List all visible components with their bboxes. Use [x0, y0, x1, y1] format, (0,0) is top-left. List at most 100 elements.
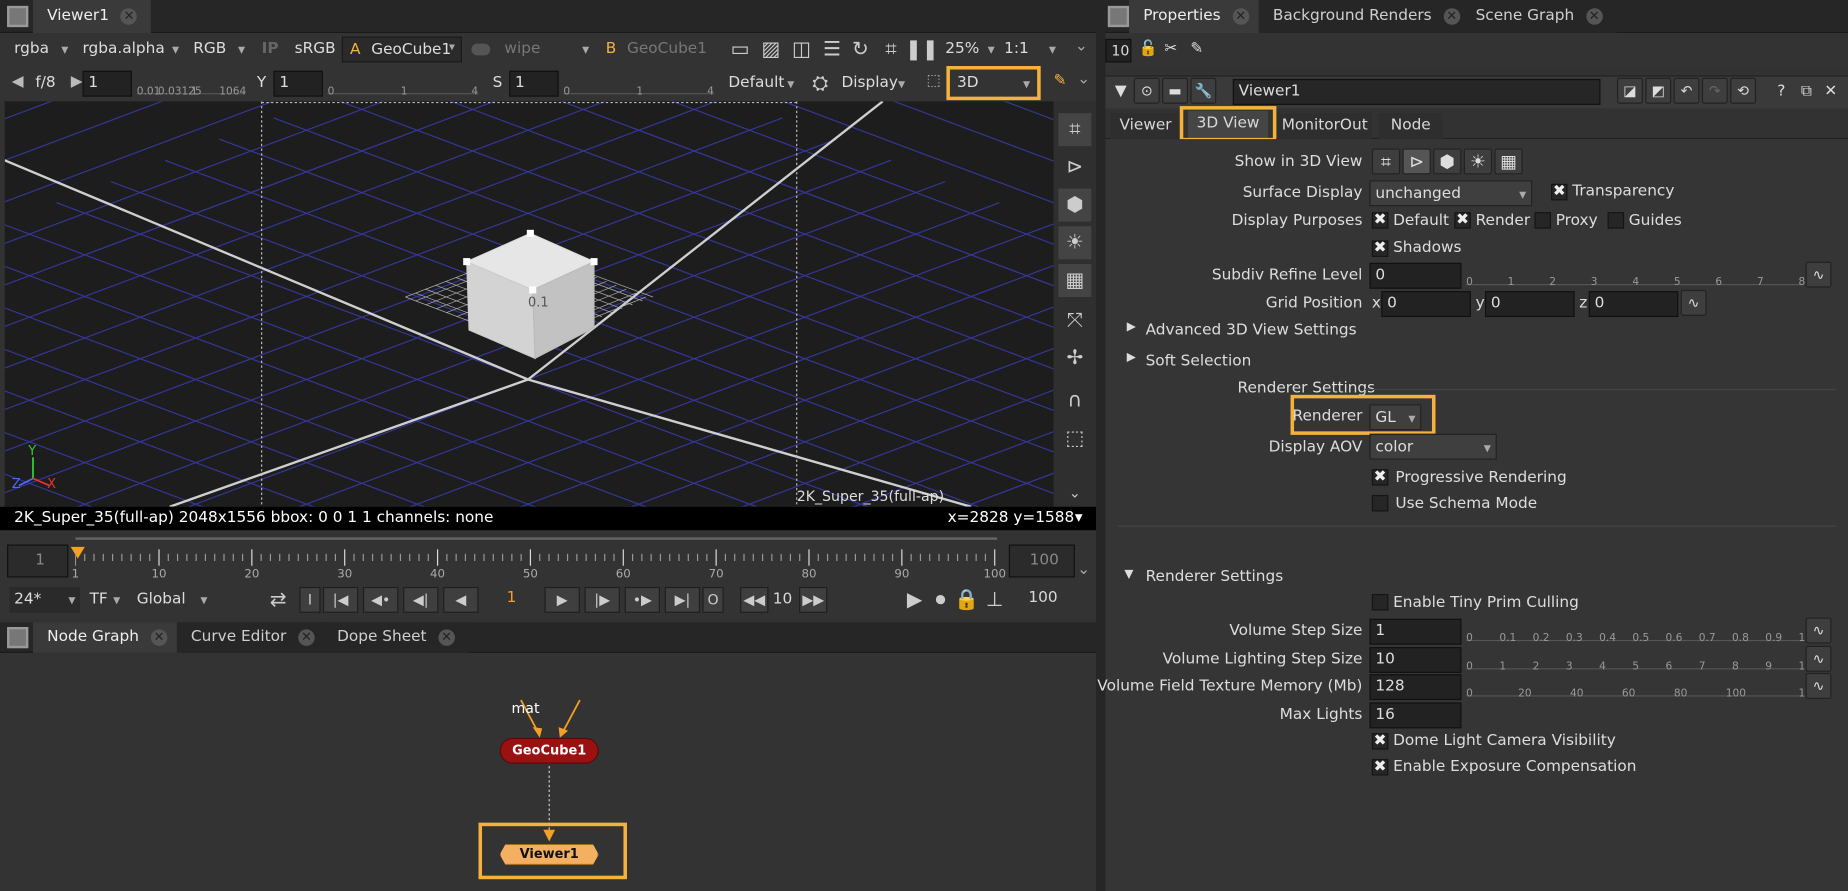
- advanced-3d-settings-label[interactable]: Advanced 3D View Settings: [1146, 322, 1357, 340]
- float-icon[interactable]: ⧉: [1801, 82, 1812, 100]
- range-icon[interactable]: ⊥: [978, 583, 1011, 616]
- play-backward-button[interactable]: ◀: [443, 586, 479, 613]
- render-icon[interactable]: ✎: [1054, 72, 1067, 90]
- checker-icon[interactable]: ▦: [1058, 263, 1092, 297]
- marquee-icon[interactable]: ⬚: [1058, 422, 1091, 455]
- close-icon[interactable]: ✕: [150, 628, 168, 646]
- close-panel-icon[interactable]: ✕: [1824, 82, 1837, 100]
- max-lights-field[interactable]: 16: [1369, 702, 1462, 729]
- renderer-settings-collapse-icon[interactable]: ▼: [1124, 568, 1133, 581]
- gain-field[interactable]: 1: [82, 70, 132, 97]
- close-icon[interactable]: ✕: [1443, 7, 1460, 25]
- selection-icon[interactable]: ⬚: [926, 72, 940, 90]
- next-frame-button[interactable]: |▶: [584, 586, 620, 613]
- default-dropdown[interactable]: Default: [728, 71, 799, 97]
- expand-icon-2[interactable]: ⌄: [1077, 71, 1090, 89]
- input-b-dropdown[interactable]: B GeoCube1: [599, 37, 729, 63]
- prev-fstop-icon[interactable]: ◀: [12, 73, 24, 91]
- saturation-field[interactable]: 1: [509, 70, 559, 97]
- region-icon[interactable]: ▭: [724, 33, 757, 66]
- cube-icon[interactable]: ⬢: [1058, 188, 1092, 222]
- ratio-dropdown[interactable]: 1:1: [1004, 37, 1061, 63]
- node-name-field[interactable]: Viewer1: [1232, 78, 1601, 105]
- roi-icon[interactable]: ⌗: [874, 33, 907, 66]
- tab-curve-editor[interactable]: Curve Editor ✕: [176, 622, 329, 653]
- step-forward-button[interactable]: ▶▶: [799, 586, 828, 613]
- subtab-viewer[interactable]: Viewer: [1110, 113, 1181, 140]
- clear-panels-icon[interactable]: ✂: [1164, 40, 1177, 58]
- timeline-expand-icon[interactable]: ⌄: [1077, 561, 1090, 579]
- advanced-expand-icon[interactable]: ▶: [1127, 321, 1136, 334]
- next-key-button[interactable]: •▶: [624, 586, 660, 613]
- schema-checkbox[interactable]: [1371, 494, 1389, 512]
- zebra-icon[interactable]: ▨: [754, 33, 787, 66]
- center-node-icon[interactable]: ⊙: [1133, 77, 1160, 104]
- close-icon[interactable]: ✕: [120, 7, 138, 25]
- color-icon-2[interactable]: ◩: [1645, 77, 1672, 104]
- pane-divider[interactable]: [1096, 0, 1106, 891]
- wipe-dropdown[interactable]: wipe: [504, 37, 594, 63]
- tiny-prim-checkbox[interactable]: [1371, 593, 1389, 611]
- exposure-checkbox[interactable]: ✖: [1371, 758, 1389, 776]
- close-icon[interactable]: ✕: [1232, 7, 1249, 25]
- timeline-end-field[interactable]: 100: [1008, 544, 1075, 578]
- display-dropdown[interactable]: Display: [841, 71, 909, 97]
- scope-dropdown[interactable]: Global: [137, 587, 212, 613]
- pause-icon[interactable]: ❚❚: [905, 33, 939, 66]
- cube-toggle-icon[interactable]: ⬢: [1433, 148, 1462, 175]
- subtab-monitorout[interactable]: MonitorOut: [1277, 113, 1372, 140]
- playhead-icon[interactable]: [70, 546, 85, 559]
- redo-icon[interactable]: ↷: [1701, 77, 1728, 104]
- out-point-button[interactable]: O: [702, 586, 724, 613]
- refresh-icon[interactable]: ↻: [844, 33, 877, 66]
- close-icon[interactable]: ✕: [1585, 7, 1603, 25]
- alpha-dropdown[interactable]: rgba.alpha: [82, 37, 183, 63]
- close-icon[interactable]: ✕: [298, 628, 315, 646]
- fps-dropdown[interactable]: 24*: [9, 586, 81, 613]
- pencil-icon[interactable]: ✎: [1190, 40, 1203, 58]
- in-point-button[interactable]: I: [299, 586, 321, 613]
- grid-z-field[interactable]: 0: [1588, 291, 1679, 318]
- tab-node-graph[interactable]: Node Graph ✕: [32, 622, 182, 653]
- status-menu-icon[interactable]: ▾: [1075, 509, 1083, 527]
- subdiv-field[interactable]: 0: [1369, 262, 1462, 289]
- purpose-render-checkbox[interactable]: ✖: [1454, 212, 1471, 229]
- more-icon[interactable]: ⌄: [1058, 476, 1091, 509]
- channels-dropdown[interactable]: rgba: [14, 37, 73, 63]
- display-channel-dropdown[interactable]: RGB: [193, 37, 250, 63]
- soft-selection-label[interactable]: Soft Selection: [1146, 352, 1252, 370]
- step-back-button[interactable]: ◀◀: [740, 586, 769, 613]
- wipe-toggle-icon[interactable]: [471, 43, 491, 56]
- gamma-field[interactable]: 1: [273, 70, 323, 97]
- dome-light-checkbox[interactable]: ✖: [1371, 733, 1389, 750]
- vstep-field[interactable]: 1: [1369, 618, 1462, 645]
- checker-toggle-icon[interactable]: ▦: [1494, 148, 1523, 175]
- tab-scene-graph[interactable]: Scene Graph ✕: [1461, 0, 1617, 33]
- grid-y-field[interactable]: 0: [1484, 291, 1575, 318]
- grid-icon[interactable]: ⌗: [1058, 113, 1092, 147]
- next-fstop-icon[interactable]: ▶: [71, 73, 83, 91]
- current-frame-field[interactable]: 1: [486, 589, 538, 607]
- play-forward-button[interactable]: ▶: [544, 586, 580, 613]
- input-icon[interactable]: ▬: [1162, 77, 1188, 104]
- camera-icon[interactable]: ⛭: [804, 67, 837, 100]
- subdiv-curve-icon[interactable]: ∿: [1805, 261, 1832, 288]
- transform-icon[interactable]: ✢: [1058, 342, 1091, 375]
- expand-icon[interactable]: ⌄: [1075, 38, 1088, 56]
- surface-display-dropdown[interactable]: unchanged: [1369, 180, 1533, 207]
- grid-curve-icon[interactable]: ∿: [1680, 289, 1707, 316]
- vmem-curve-icon[interactable]: ∿: [1805, 672, 1832, 699]
- light-toggle-icon[interactable]: ⊳: [1402, 148, 1431, 175]
- shadows-checkbox[interactable]: ✖: [1371, 240, 1389, 257]
- node-graph-canvas[interactable]: mat GeoCube1 Viewer1: [0, 652, 1097, 891]
- sun-toggle-icon[interactable]: ☀: [1463, 148, 1493, 175]
- vlstep-field[interactable]: 10: [1369, 647, 1462, 673]
- wrench-icon[interactable]: 🔧: [1190, 77, 1217, 104]
- loop-icon[interactable]: ⇄: [262, 583, 295, 616]
- prev-frame-button[interactable]: ◀|: [403, 586, 439, 613]
- zoom-dropdown[interactable]: 25%: [945, 37, 999, 63]
- last-frame-button[interactable]: ▶|: [664, 586, 701, 613]
- purpose-default-checkbox[interactable]: ✖: [1371, 212, 1389, 229]
- tf-dropdown[interactable]: TF: [90, 587, 125, 613]
- tab-background-renders[interactable]: Background Renders ✕: [1258, 0, 1475, 33]
